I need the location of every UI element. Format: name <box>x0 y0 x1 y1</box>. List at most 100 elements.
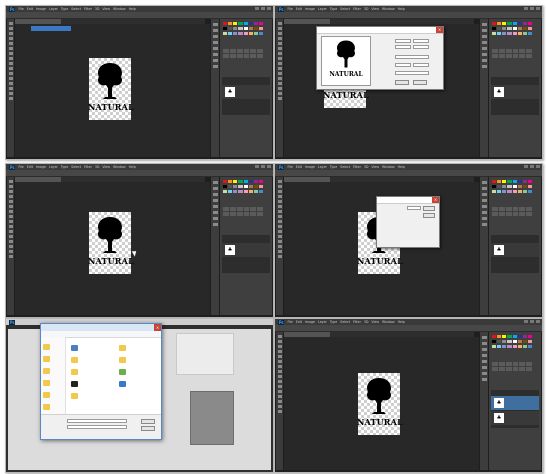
swatch-color[interactable] <box>527 180 532 183</box>
menu-file[interactable]: File <box>18 7 23 11</box>
layer-row[interactable]: ♣ <box>491 85 539 99</box>
canvas-area[interactable]: NATURAL × <box>284 182 479 315</box>
folder-item[interactable] <box>119 368 149 376</box>
amount-field[interactable] <box>407 206 421 210</box>
panel-icon-strip[interactable] <box>480 332 488 470</box>
folder-item[interactable] <box>71 356 101 364</box>
swatch-color[interactable] <box>223 180 228 183</box>
layer-row[interactable]: ♣ <box>222 243 270 257</box>
window-controls[interactable] <box>524 7 540 10</box>
swatch-color[interactable] <box>248 27 253 30</box>
swatch-color[interactable] <box>248 32 253 35</box>
menu-type[interactable]: Type <box>330 7 337 11</box>
layer-row[interactable]: ♣ <box>491 411 539 425</box>
swatch-color[interactable] <box>502 32 507 35</box>
swatch-color[interactable] <box>258 22 263 25</box>
menu-help[interactable]: Help <box>129 7 136 11</box>
swatch-color[interactable] <box>527 335 532 338</box>
swatch-color[interactable] <box>512 180 517 183</box>
menu-window[interactable]: Window <box>382 320 395 324</box>
menu-help[interactable]: Help <box>398 7 405 11</box>
swatch-color[interactable] <box>492 190 497 193</box>
menu-edit[interactable]: Edit <box>296 165 302 169</box>
menu-filter[interactable]: Filter <box>353 7 361 11</box>
menu-window[interactable]: Window <box>382 7 395 11</box>
swatch-color[interactable] <box>502 27 507 30</box>
swatch-color[interactable] <box>223 190 228 193</box>
swatch-color[interactable] <box>248 185 253 188</box>
document-image[interactable]: NATURAL <box>88 212 134 274</box>
menu-filter[interactable]: Filter <box>84 165 92 169</box>
swatch-color[interactable] <box>497 22 502 25</box>
menu-filter[interactable]: Filter <box>84 7 92 11</box>
menu-edit[interactable]: Edit <box>296 320 302 324</box>
swatch-color[interactable] <box>233 27 238 30</box>
swatch-color[interactable] <box>507 22 512 25</box>
document-image[interactable]: NATURAL <box>357 373 403 435</box>
swatch-color[interactable] <box>223 32 228 35</box>
swatch-color[interactable] <box>512 340 517 343</box>
swatch-color[interactable] <box>507 190 512 193</box>
ok-button[interactable] <box>395 80 409 85</box>
swatch-color[interactable] <box>502 190 507 193</box>
swatch-color[interactable] <box>512 185 517 188</box>
swatch-color[interactable] <box>228 22 233 25</box>
adjustments-panel[interactable] <box>223 49 263 58</box>
swatch-color[interactable] <box>228 185 233 188</box>
layer-row[interactable]: ♣ <box>222 85 270 99</box>
menu-view[interactable]: View <box>371 165 379 169</box>
menu-layer[interactable]: Layer <box>318 320 327 324</box>
folder-item[interactable] <box>71 344 101 352</box>
menu-type[interactable]: Type <box>61 7 68 11</box>
swatch-color[interactable] <box>522 180 527 183</box>
swatch-color[interactable] <box>517 185 522 188</box>
swatch-color[interactable] <box>492 22 497 25</box>
tools-panel[interactable] <box>276 177 283 315</box>
tools-panel[interactable] <box>7 19 14 157</box>
swatch-color[interactable] <box>507 335 512 338</box>
adjustments-panel[interactable] <box>492 49 532 58</box>
swatch-color[interactable] <box>497 32 502 35</box>
nav-folder[interactable] <box>43 343 73 351</box>
swatch-color[interactable] <box>507 180 512 183</box>
swatch-color[interactable] <box>527 190 532 193</box>
swatch-color[interactable] <box>507 345 512 348</box>
layer-row-selected[interactable]: ♣ <box>491 396 539 410</box>
document-image[interactable]: NATURAL <box>88 58 134 120</box>
swatch-color[interactable] <box>497 345 502 348</box>
swatch-color[interactable] <box>233 32 238 35</box>
menu-filter[interactable]: Filter <box>353 165 361 169</box>
menu-layer[interactable]: Layer <box>49 165 58 169</box>
menu-3d[interactable]: 3D <box>364 7 368 11</box>
swatch-color[interactable] <box>492 32 497 35</box>
fit-to-select[interactable] <box>395 71 429 75</box>
canvas-area[interactable]: NATURAL <box>15 182 210 315</box>
swatch-color[interactable] <box>253 190 258 193</box>
swatch-color[interactable] <box>522 22 527 25</box>
panel-icon-strip[interactable] <box>211 19 219 157</box>
options-bar[interactable] <box>275 325 542 332</box>
options-bar[interactable] <box>275 12 542 19</box>
swatch-color[interactable] <box>233 190 238 193</box>
window-controls[interactable] <box>255 7 271 10</box>
file-type-select[interactable] <box>67 425 127 429</box>
menu-image[interactable]: Image <box>36 165 46 169</box>
nav-folder[interactable] <box>43 355 73 363</box>
resolution-field[interactable] <box>395 63 411 67</box>
menu-select[interactable]: Select <box>340 7 350 11</box>
swatch-color[interactable] <box>507 32 512 35</box>
adjustments-panel[interactable] <box>492 362 532 371</box>
swatch-color[interactable] <box>497 185 502 188</box>
swatch-color[interactable] <box>243 27 248 30</box>
swatches-panel[interactable] <box>223 180 263 194</box>
nav-folder[interactable] <box>43 403 73 411</box>
swatch-color[interactable] <box>233 22 238 25</box>
folder-item[interactable] <box>119 344 149 352</box>
tools-panel[interactable] <box>7 177 14 315</box>
folder-item[interactable] <box>71 380 101 388</box>
swatches-panel[interactable] <box>492 180 532 194</box>
width-field[interactable] <box>395 39 411 43</box>
swatch-color[interactable] <box>517 190 522 193</box>
menu-file[interactable]: File <box>18 165 23 169</box>
swatch-color[interactable] <box>492 345 497 348</box>
